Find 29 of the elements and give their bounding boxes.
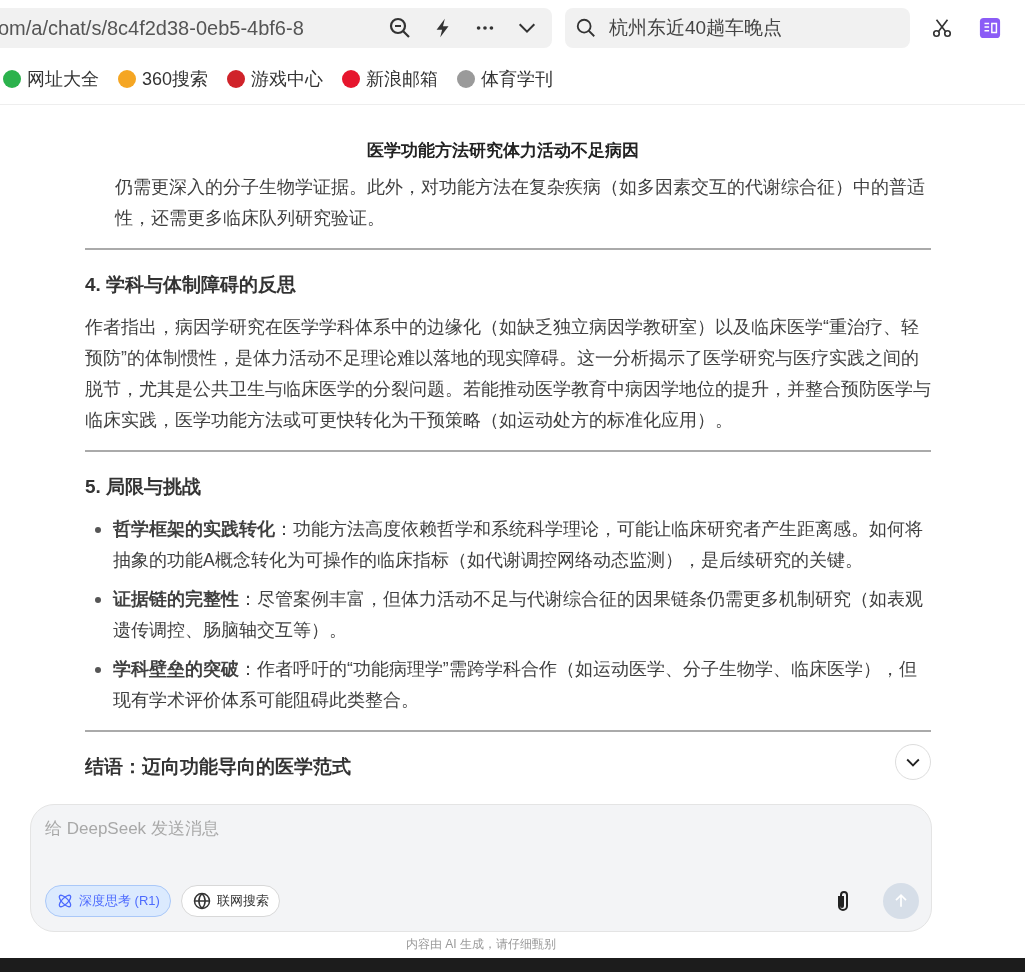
bullet-icon [95,597,101,603]
bullet-icon [95,527,101,533]
zoom-out-icon[interactable] [388,16,412,40]
bullet-icon [95,667,101,673]
search-icon [575,17,597,39]
disclaimer-text: 内容由 AI 生成，请仔细甄别 [405,936,557,953]
deep-think-button[interactable]: 深度思考 (R1) [45,885,171,917]
globe-icon [191,891,212,911]
section-heading: 4. 学科与体制障碍的反思 [85,273,297,297]
search-field[interactable]: 杭州东近40趟车晚点 [565,8,910,48]
paragraph: 作者指出，病因学研究在医学学科体系中的边缘化（如缺乏独立病因学教研室）以及临床医学“重治疗、轻预防”的体制惯性，是体力活动不足理论难以落地的现实障碍。这一分析揭示了医学研究与医疗实践之间的脱节，尤其是公共卫生与临床医学的分裂问题。若能推动医学教育中病因学地位的提升，并整合预防医学与临床实践，医学功能方法或可更快转化为干预策略（如运动处方的标准化应用）。 [85,316,931,432]
bookmark[interactable]: 游戏中心 [226,67,324,91]
chat-title: 医学功能方法研究体力活动不足病因 [365,140,640,162]
paragraph: 仍需更深入的分子生物学证据。此外，对功能方法在复杂疾病（如多因素交互的代谢综合征）中的普适性，还需更多临床队列研究验证。 [113,176,926,230]
section-heading: 结语：迈向功能导向的医学范式 [85,755,351,779]
scroll-down-button[interactable] [895,744,931,780]
bookmark[interactable]: 体育学刊 [456,67,554,91]
section-heading: 5. 局限与挑战 [85,475,202,499]
translate-icon[interactable] [979,17,1001,39]
bookmark[interactable]: 网址大全 [2,67,99,91]
atom-icon [56,892,74,910]
message-input[interactable]: 给 DeepSeek 发送消息 深度思考 (R1) 联网搜索 [30,804,932,932]
list-item: 证据链的完整性：尽管案例丰富，但体力活动不足与代谢综合征的因果链条仍需更多机制研究（如表观遗传调控、肠脑轴交互等）。 [113,588,924,642]
list-item: 学科壁垒的突破：作者呼吁的“功能病理学”需跨学科合作（如运动医学、分子生物学、临床医学），但现有学术评价体系可能阻碍此类整合。 [113,658,918,712]
list-item: 哲学框架的实践转化：功能方法高度依赖哲学和系统科学理论，可能让临床研究者产生距离感。如何将抽象的功能A概念转化为可操作的临床指标（如代谢调控网络动态监测），是后续研究的关键。 [113,518,924,572]
bookmark[interactable]: 新浪邮箱 [341,67,439,91]
web-search-button[interactable]: 联网搜索 [180,885,280,917]
scissors-icon[interactable] [931,17,953,39]
bookmark[interactable]: 360搜索 [117,67,209,91]
